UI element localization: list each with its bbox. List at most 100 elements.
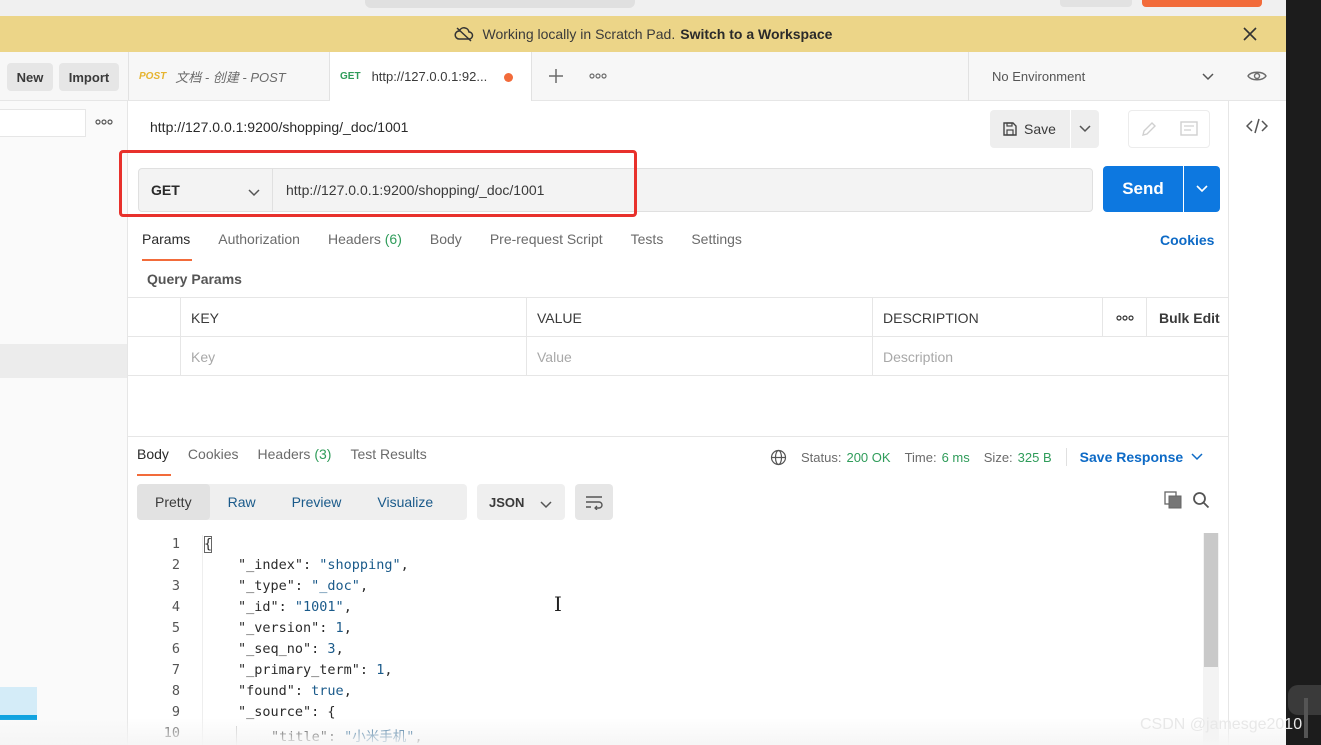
response-divider[interactable] [128, 436, 1228, 437]
json-value: 3 [327, 641, 336, 657]
tab-params[interactable]: Params [142, 231, 193, 261]
tab-body[interactable]: Body [430, 231, 462, 261]
unsaved-dot [504, 73, 513, 82]
more-icon[interactable] [1102, 298, 1146, 337]
top-strip-search[interactable] [365, 0, 635, 8]
tab-bar: New Import POST 文档 - 创建 - POST GET http:… [0, 52, 1286, 101]
tab-get-request[interactable]: GET http://127.0.0.1:92... [330, 52, 532, 101]
copy-icon[interactable] [1164, 491, 1182, 512]
code-line: "_seq_no": 3, [238, 641, 344, 657]
view-preview[interactable]: Preview [274, 484, 360, 520]
save-dropdown-button[interactable] [1071, 110, 1099, 148]
status-value[interactable]: 200 OK [846, 450, 890, 465]
tab-headers[interactable]: Headers (6) [328, 231, 402, 261]
view-visualize[interactable]: Visualize [359, 484, 451, 520]
url-input[interactable]: http://127.0.0.1:9200/shopping/_doc/1001 [273, 168, 1093, 212]
response-tab-body[interactable]: Body [137, 446, 171, 476]
overlay-tick [1304, 698, 1308, 738]
send-button[interactable]: Send [1103, 166, 1183, 212]
eye-icon[interactable] [1244, 66, 1270, 86]
size-value[interactable]: 325 B [1018, 450, 1052, 465]
code-line: { [204, 536, 212, 552]
json-value: "_doc" [311, 578, 360, 594]
tab-authorization[interactable]: Authorization [218, 231, 300, 261]
method-label: GET [151, 182, 180, 198]
globe-icon[interactable] [770, 449, 787, 466]
search-icon[interactable] [1192, 491, 1210, 512]
json-value: true [311, 683, 344, 699]
format-select[interactable]: JSON [477, 484, 565, 520]
key-input[interactable]: Key [180, 337, 527, 376]
indent-guide [236, 726, 237, 745]
watermark: CSDN @jamesge2010 [1140, 716, 1303, 733]
json-value: "小米手机" [344, 729, 415, 745]
more-tabs-icon[interactable] [587, 69, 609, 83]
cookies-link[interactable]: Cookies [1160, 232, 1214, 248]
json-value: "1001" [294, 599, 344, 615]
tab-post-create-doc[interactable]: POST 文档 - 创建 - POST [128, 52, 330, 100]
close-icon[interactable] [1240, 24, 1260, 44]
switch-workspace-link[interactable]: Switch to a Workspace [680, 26, 832, 42]
json-value: { [327, 704, 336, 720]
tab-prerequest-script[interactable]: Pre-request Script [490, 231, 603, 261]
new-button[interactable]: New [7, 63, 53, 91]
save-button[interactable]: Save [990, 110, 1070, 148]
line-number: 9 [171, 704, 180, 720]
query-params-table: KEY VALUE DESCRIPTION Bulk Edit Key Valu… [128, 297, 1228, 377]
value-input[interactable]: Value [526, 337, 872, 376]
size-label: Size: [983, 449, 1013, 465]
status-label: Status: [801, 449, 842, 465]
pencil-icon [1142, 122, 1156, 136]
view-pretty[interactable]: Pretty [137, 484, 210, 520]
editor-gutter [202, 535, 203, 745]
sidebar-search-input[interactable] [0, 109, 86, 137]
code-snippet-icon[interactable] [1245, 118, 1286, 332]
top-strip-upgrade-button[interactable] [1142, 0, 1262, 7]
time-label: Time: [904, 449, 937, 465]
tab-method-badge: GET [340, 71, 361, 82]
response-tab-headers[interactable]: Headers (3) [258, 446, 332, 476]
response-view-selector: Pretty Raw Preview Visualize [137, 484, 467, 520]
json-key: "_type" [238, 578, 295, 594]
top-strip-button[interactable] [1060, 0, 1132, 7]
import-button[interactable]: Import [59, 63, 119, 91]
json-punct: , [343, 620, 352, 636]
line-number: 2 [171, 557, 180, 573]
view-raw[interactable]: Raw [210, 484, 274, 520]
editor-scrollbar-thumb[interactable] [1204, 533, 1218, 667]
scratch-pad-banner: Working locally in Scratch Pad. Switch t… [0, 16, 1286, 52]
description-input[interactable]: Description [872, 337, 1228, 376]
method-select[interactable]: GET [138, 168, 273, 212]
environment-selector[interactable]: No Environment [968, 52, 1228, 101]
request-title[interactable]: http://127.0.0.1:9200/shopping/_doc/1001 [150, 119, 408, 135]
json-punct: , [335, 641, 344, 657]
time-value[interactable]: 6 ms [942, 450, 970, 465]
request-panel: http://127.0.0.1:9200/shopping/_doc/1001… [119, 101, 1228, 745]
add-tab-icon[interactable] [545, 65, 567, 87]
tab-title: http://127.0.0.1:92... [371, 69, 488, 84]
response-body-editor[interactable]: 1 { 2 "_index": "shopping", 3 "_type": "… [128, 531, 1228, 745]
response-tab-cookies[interactable]: Cookies [188, 446, 239, 476]
json-key: "_source" [238, 704, 312, 720]
json-punct: , [414, 729, 423, 745]
column-header-value: VALUE [526, 298, 872, 337]
code-line: "_primary_term": 1, [238, 662, 393, 678]
json-key: "_seq_no" [238, 641, 312, 657]
tab-settings[interactable]: Settings [691, 231, 742, 261]
line-number: 1 [171, 536, 180, 552]
json-punct: , [359, 578, 369, 594]
bulk-edit-button[interactable]: Bulk Edit [1146, 298, 1228, 337]
send-dropdown-button[interactable] [1184, 166, 1220, 212]
cloud-off-icon [453, 26, 474, 42]
response-tabs: Body Cookies Headers (3) Test Results [137, 446, 446, 476]
wrap-lines-button[interactable] [575, 484, 613, 520]
tab-tests[interactable]: Tests [631, 231, 664, 261]
comment-icon [1180, 121, 1198, 136]
save-response-button[interactable]: Save Response [1080, 449, 1204, 465]
sidebar-selected-item[interactable] [0, 344, 127, 378]
divider [1065, 448, 1067, 466]
line-number: 6 [171, 641, 180, 657]
more-icon[interactable] [95, 117, 113, 127]
response-tab-test-results[interactable]: Test Results [350, 446, 426, 476]
line-number: 7 [171, 662, 180, 678]
